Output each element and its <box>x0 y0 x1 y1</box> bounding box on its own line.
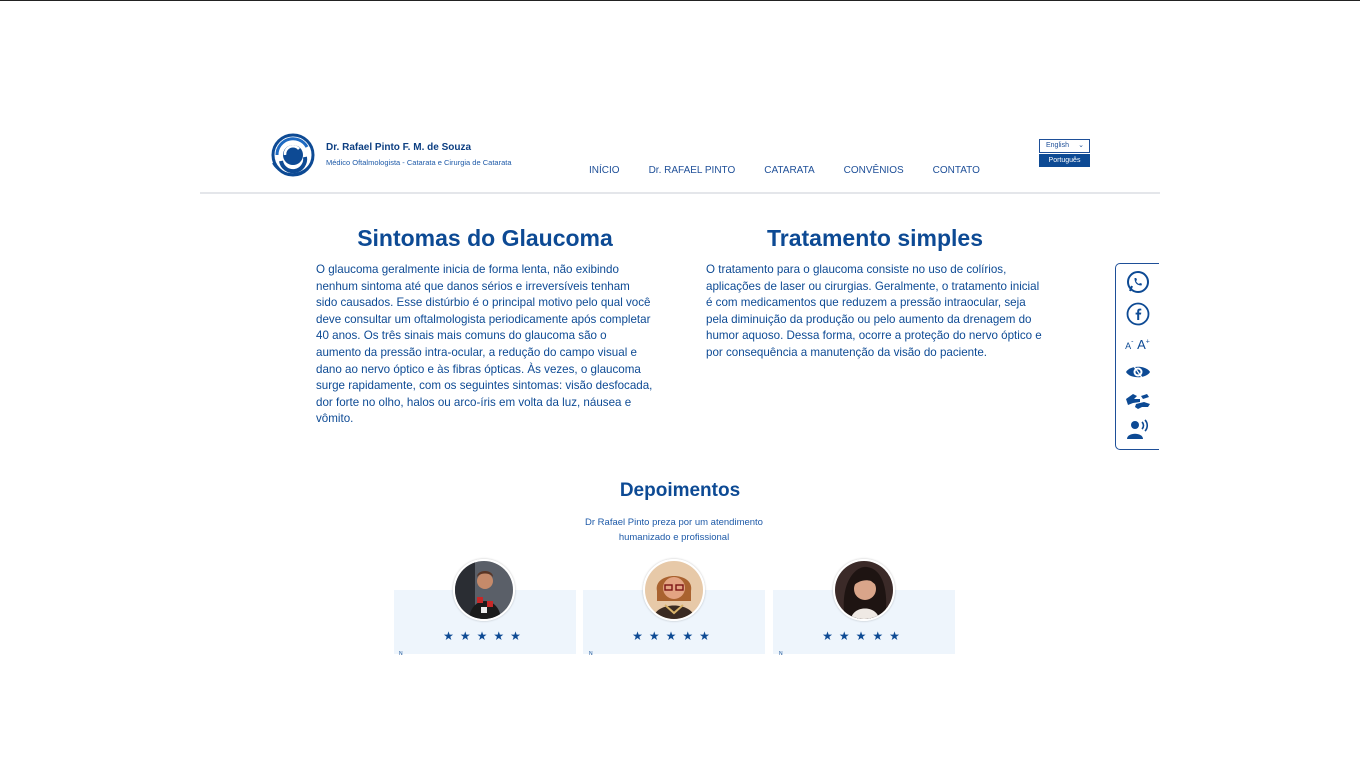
card-name-initial: N <box>589 651 593 657</box>
facebook-icon <box>1126 302 1149 326</box>
language-switcher: English ⌄ Português <box>1039 139 1090 167</box>
language-selected-label: English <box>1046 142 1069 149</box>
rating-stars: ★★★★★ <box>822 629 906 643</box>
font-decrease-button[interactable]: A- <box>1125 337 1133 352</box>
avatar <box>833 559 895 621</box>
nav-item-inicio[interactable]: INÍCIO <box>589 165 620 176</box>
brand-name[interactable]: Dr. Rafael Pinto F. M. de Souza <box>326 142 471 153</box>
main-nav: INÍCIO Dr. RAFAEL PINTO CATARATA CONVÊNI… <box>589 165 1009 176</box>
site-header: Dr. Rafael Pinto F. M. de Souza Médico O… <box>200 128 1160 194</box>
sign-language-icon <box>1125 394 1150 409</box>
avatar <box>643 559 705 621</box>
treatment-text: O tratamento para o glaucoma consiste no… <box>706 263 1042 359</box>
sign-language-button[interactable] <box>1116 390 1159 412</box>
brand-subtitle: Médico Oftalmologista - Catarata e Cirur… <box>326 158 512 167</box>
nav-item-contato[interactable]: CONTATO <box>933 165 980 176</box>
font-increase-button[interactable]: A+ <box>1137 337 1150 352</box>
font-size-controls: A- A+ <box>1116 334 1159 354</box>
nav-item-dr-rafael-pinto[interactable]: Dr. RAFAEL PINTO <box>649 165 736 176</box>
logo-swirl-icon[interactable] <box>267 133 319 177</box>
card-name-initial: N <box>399 651 403 657</box>
testimonials-title: Depoimentos <box>619 480 741 501</box>
contrast-button[interactable] <box>1116 362 1159 382</box>
screen-reader-button[interactable] <box>1116 419 1159 441</box>
symptoms-section: Sintomas do Glaucoma O glaucoma geralmen… <box>316 222 654 428</box>
avatar <box>453 559 515 621</box>
language-option-portugues[interactable]: Português <box>1039 154 1090 167</box>
treatment-title: Tratamento simples <box>766 225 984 251</box>
language-select[interactable]: English ⌄ <box>1039 139 1090 153</box>
accessibility-bar: A- A+ <box>1115 263 1159 450</box>
whatsapp-icon <box>1126 271 1149 293</box>
card-name-initial: N <box>779 651 783 657</box>
testimonials-subtitle: Dr Rafael Pinto preza por um atendimento… <box>585 517 763 543</box>
eye-contrast-icon <box>1125 364 1150 380</box>
rating-stars: ★★★★★ <box>632 629 716 643</box>
header-divider <box>200 192 1160 194</box>
treatment-section: Tratamento simples O tratamento para o g… <box>706 222 1044 362</box>
rating-stars: ★★★★★ <box>443 629 527 643</box>
nav-item-convenios[interactable]: CONVÊNIOS <box>844 165 904 176</box>
screen-reader-icon <box>1126 419 1148 439</box>
whatsapp-button[interactable] <box>1116 270 1159 294</box>
symptoms-text: O glaucoma geralmente inicia de forma le… <box>316 263 653 426</box>
window-top-border <box>0 0 1360 1</box>
chevron-down-icon: ⌄ <box>1078 142 1084 149</box>
nav-item-catarata[interactable]: CATARATA <box>764 165 814 176</box>
symptoms-title: Sintomas do Glaucoma <box>357 225 613 251</box>
facebook-button[interactable] <box>1116 302 1159 326</box>
